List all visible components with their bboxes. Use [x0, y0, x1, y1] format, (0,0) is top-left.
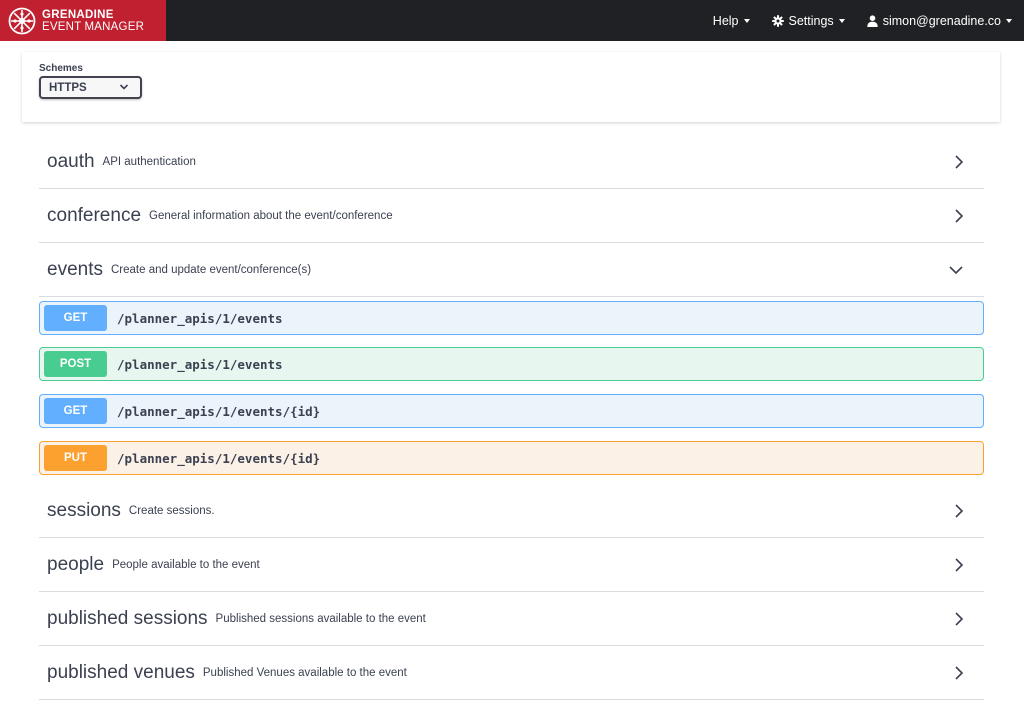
tag-name: events [47, 258, 103, 280]
tag-description: People available to the event [112, 558, 260, 571]
settings-menu[interactable]: Settings [771, 13, 845, 28]
tag-events[interactable]: events Create and update event/conferenc… [39, 243, 984, 297]
tag-description: Create and update event/conference(s) [110, 263, 312, 276]
user-icon [866, 14, 878, 27]
schemes-select[interactable]: HTTPS [39, 76, 142, 99]
caret-down-icon [838, 18, 845, 23]
operation-path: /planner_apis/1/events [117, 356, 283, 372]
settings-menu-label: Settings [788, 13, 834, 28]
operation-get-event-by-id[interactable]: GET /planner_apis/1/events/{id} [39, 394, 984, 428]
tag-name: oauth [47, 150, 95, 172]
operation-path: /planner_apis/1/events/{id} [117, 403, 321, 419]
tag-published-venues[interactable]: published venues Published Venues availa… [39, 646, 984, 700]
tag-name: people [47, 553, 105, 575]
method-badge: POST [44, 351, 107, 377]
chevron-right-icon[interactable] [954, 154, 964, 170]
tag-oauth[interactable]: oauth API authentication [39, 135, 984, 189]
chevron-down-icon[interactable] [948, 265, 964, 275]
gear-icon [771, 14, 784, 27]
help-menu[interactable]: Help [713, 14, 750, 28]
operation-put-event-by-id[interactable]: PUT /planner_apis/1/events/{id} [39, 441, 984, 475]
tag-conference[interactable]: conference General information about the… [39, 189, 984, 243]
method-badge: PUT [44, 445, 107, 471]
tag-people[interactable]: people People available to the event [39, 538, 984, 592]
chevron-right-icon[interactable] [954, 208, 964, 224]
tag-name: conference [47, 204, 142, 226]
operation-get-events[interactable]: GET /planner_apis/1/events [39, 301, 984, 335]
schemes-selected-value: HTTPS [49, 81, 87, 94]
brand-name: GRENADINE [42, 8, 114, 21]
user-email: simon@grenadine.co [882, 13, 1001, 28]
tag-description: API authentication [102, 155, 196, 168]
brand-subtitle: EVENT MANAGER [42, 20, 145, 33]
chevron-down-icon [119, 84, 129, 90]
tag-sessions[interactable]: sessions Create sessions. [39, 484, 984, 538]
caret-down-icon [743, 18, 750, 23]
top-navbar: GRENADINE EVENT MANAGER Help Settings si… [0, 0, 1024, 41]
tag-name: sessions [47, 499, 121, 521]
tag-name: published venues [47, 661, 195, 683]
method-badge: GET [44, 398, 107, 424]
tag-name: published sessions [47, 607, 208, 629]
user-menu[interactable]: simon@grenadine.co [866, 13, 1012, 28]
chevron-right-icon[interactable] [954, 611, 964, 627]
schemes-panel: Schemes HTTPS [22, 52, 1000, 122]
chevron-right-icon[interactable] [954, 665, 964, 681]
schemes-label: Schemes [39, 63, 83, 74]
grenadine-logo-icon [8, 7, 36, 34]
operation-path: /planner_apis/1/events [117, 310, 283, 326]
tag-description: Published sessions available to the even… [215, 612, 426, 625]
chevron-right-icon[interactable] [954, 557, 964, 573]
tag-description: General information about the event/conf… [149, 209, 393, 222]
operation-path: /planner_apis/1/events/{id} [117, 450, 321, 466]
method-badge: GET [44, 305, 107, 331]
tag-description: Published Venues available to the event [202, 666, 407, 679]
operation-post-events[interactable]: POST /planner_apis/1/events [39, 347, 984, 381]
help-menu-label: Help [712, 13, 739, 28]
tag-description: Create sessions. [128, 504, 215, 517]
tag-published-sessions[interactable]: published sessions Published sessions av… [39, 592, 984, 646]
caret-down-icon [1006, 18, 1012, 23]
brand-logo-link[interactable]: GRENADINE EVENT MANAGER [0, 0, 166, 41]
chevron-right-icon[interactable] [954, 503, 964, 519]
